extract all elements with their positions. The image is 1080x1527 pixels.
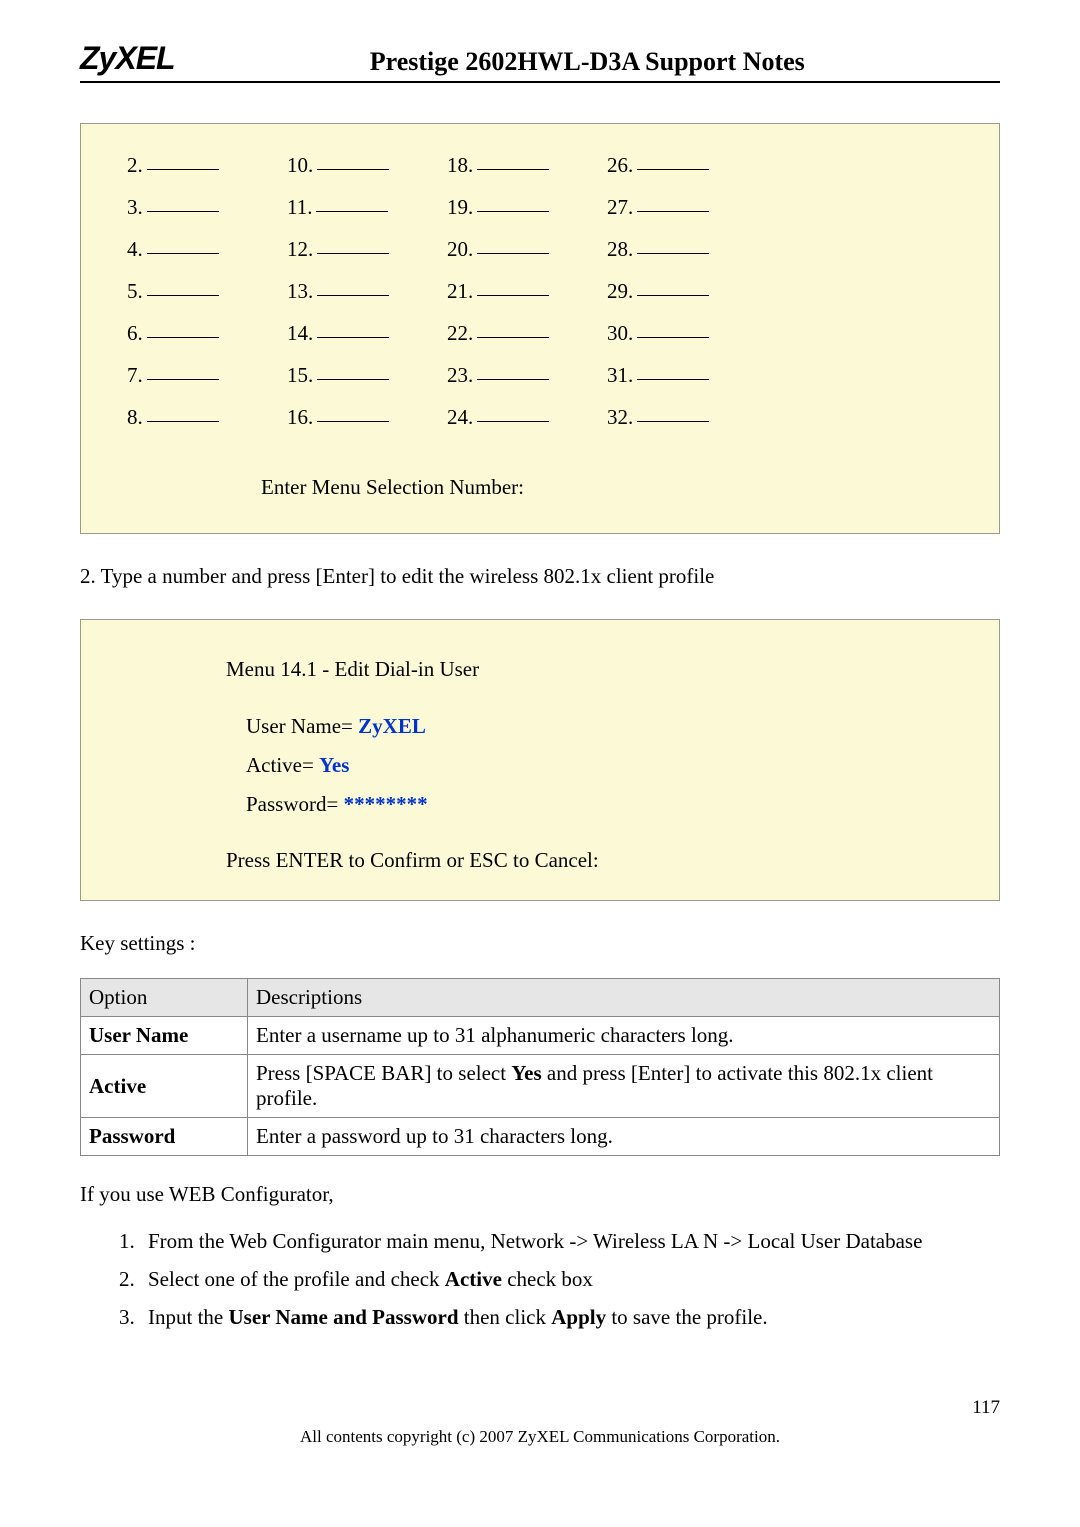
menu-item: 21. — [447, 270, 597, 312]
step-instruction: 2. Type a number and press [Enter] to ed… — [80, 564, 1000, 589]
menu-grid: 2.10.18.26. 3.11.19.27. 4.12.20.28. 5.13.21… — [127, 144, 969, 438]
web-config-intro: If you use WEB Configurator, — [80, 1182, 1000, 1207]
menu-item: 28. — [607, 228, 757, 270]
option-name: Active — [81, 1055, 248, 1118]
edit-username-label: User Name= — [246, 714, 358, 738]
menu-item: 31. — [607, 354, 757, 396]
menu-prompt: Enter Menu Selection Number: — [261, 466, 969, 508]
option-name: User Name — [81, 1017, 248, 1055]
menu-item: 7. — [127, 354, 277, 396]
table-row: ActivePress [SPACE BAR] to select Yes an… — [81, 1055, 1000, 1118]
menu-item: 14. — [287, 312, 437, 354]
menu-item: 13. — [287, 270, 437, 312]
key-settings-heading: Key settings : — [80, 931, 1000, 956]
menu-item: 20. — [447, 228, 597, 270]
table-row: User NameEnter a username up to 31 alpha… — [81, 1017, 1000, 1055]
menu-item: 8. — [127, 396, 277, 438]
menu-item: 15. — [287, 354, 437, 396]
menu-item: 32. — [607, 396, 757, 438]
edit-confirm-line: Press ENTER to Confirm or ESC to Cancel: — [226, 841, 969, 880]
edit-active-label: Active= — [246, 753, 319, 777]
menu-item: 3. — [127, 186, 277, 228]
menu-item: 24. — [447, 396, 597, 438]
page: ZyXEL Prestige 2602HWL-D3A Support Notes… — [40, 0, 1040, 1487]
menu-item: 11. — [287, 186, 437, 228]
menu-item: 19. — [447, 186, 597, 228]
menu-item: 2. — [127, 144, 277, 186]
list-item: From the Web Configurator main menu, Net… — [140, 1223, 1000, 1261]
menu-item: 23. — [447, 354, 597, 396]
web-config-steps: From the Web Configurator main menu, Net… — [80, 1223, 1000, 1336]
edit-dialin-box: Menu 14.1 - Edit Dial-in User User Name=… — [80, 619, 1000, 901]
options-table: Option Descriptions User NameEnter a use… — [80, 978, 1000, 1156]
logo-text: ZyXEL — [80, 40, 175, 77]
edit-password-label: Password= — [246, 792, 344, 816]
list-item: Input the User Name and Password then cl… — [140, 1299, 1000, 1337]
edit-username-row: User Name= ZyXEL — [246, 707, 969, 746]
menu-item: 18. — [447, 144, 597, 186]
menu-item: 16. — [287, 396, 437, 438]
edit-active-value: Yes — [319, 753, 349, 777]
options-header-option: Option — [81, 979, 248, 1017]
table-row: PasswordEnter a password up to 31 charac… — [81, 1118, 1000, 1156]
option-name: Password — [81, 1118, 248, 1156]
option-description: Enter a password up to 31 characters lon… — [248, 1118, 1000, 1156]
page-number: 117 — [972, 1397, 1000, 1419]
menu-item: 29. — [607, 270, 757, 312]
option-description: Enter a username up to 31 alphanumeric c… — [248, 1017, 1000, 1055]
document-title: Prestige 2602HWL-D3A Support Notes — [175, 47, 1000, 77]
edit-password-value: ******** — [344, 792, 428, 816]
menu-item: 12. — [287, 228, 437, 270]
copyright-footer: All contents copyright (c) 2007 ZyXEL Co… — [80, 1427, 1000, 1447]
edit-active-row: Active= Yes — [246, 746, 969, 785]
menu-item: 10. — [287, 144, 437, 186]
menu-item: 27. — [607, 186, 757, 228]
page-header: ZyXEL Prestige 2602HWL-D3A Support Notes — [80, 40, 1000, 83]
menu-item: 5. — [127, 270, 277, 312]
options-header-desc: Descriptions — [248, 979, 1000, 1017]
list-item: Select one of the profile and check Acti… — [140, 1261, 1000, 1299]
menu-item: 22. — [447, 312, 597, 354]
menu-item: 30. — [607, 312, 757, 354]
edit-password-row: Password= ******** — [246, 785, 969, 824]
edit-box-title: Menu 14.1 - Edit Dial-in User — [226, 650, 969, 689]
edit-username-value: ZyXEL — [358, 714, 426, 738]
menu-item: 26. — [607, 144, 757, 186]
menu-item: 4. — [127, 228, 277, 270]
menu-item: 6. — [127, 312, 277, 354]
option-description: Press [SPACE BAR] to select Yes and pres… — [248, 1055, 1000, 1118]
menu-selection-box: 2.10.18.26. 3.11.19.27. 4.12.20.28. 5.13.21… — [80, 123, 1000, 534]
